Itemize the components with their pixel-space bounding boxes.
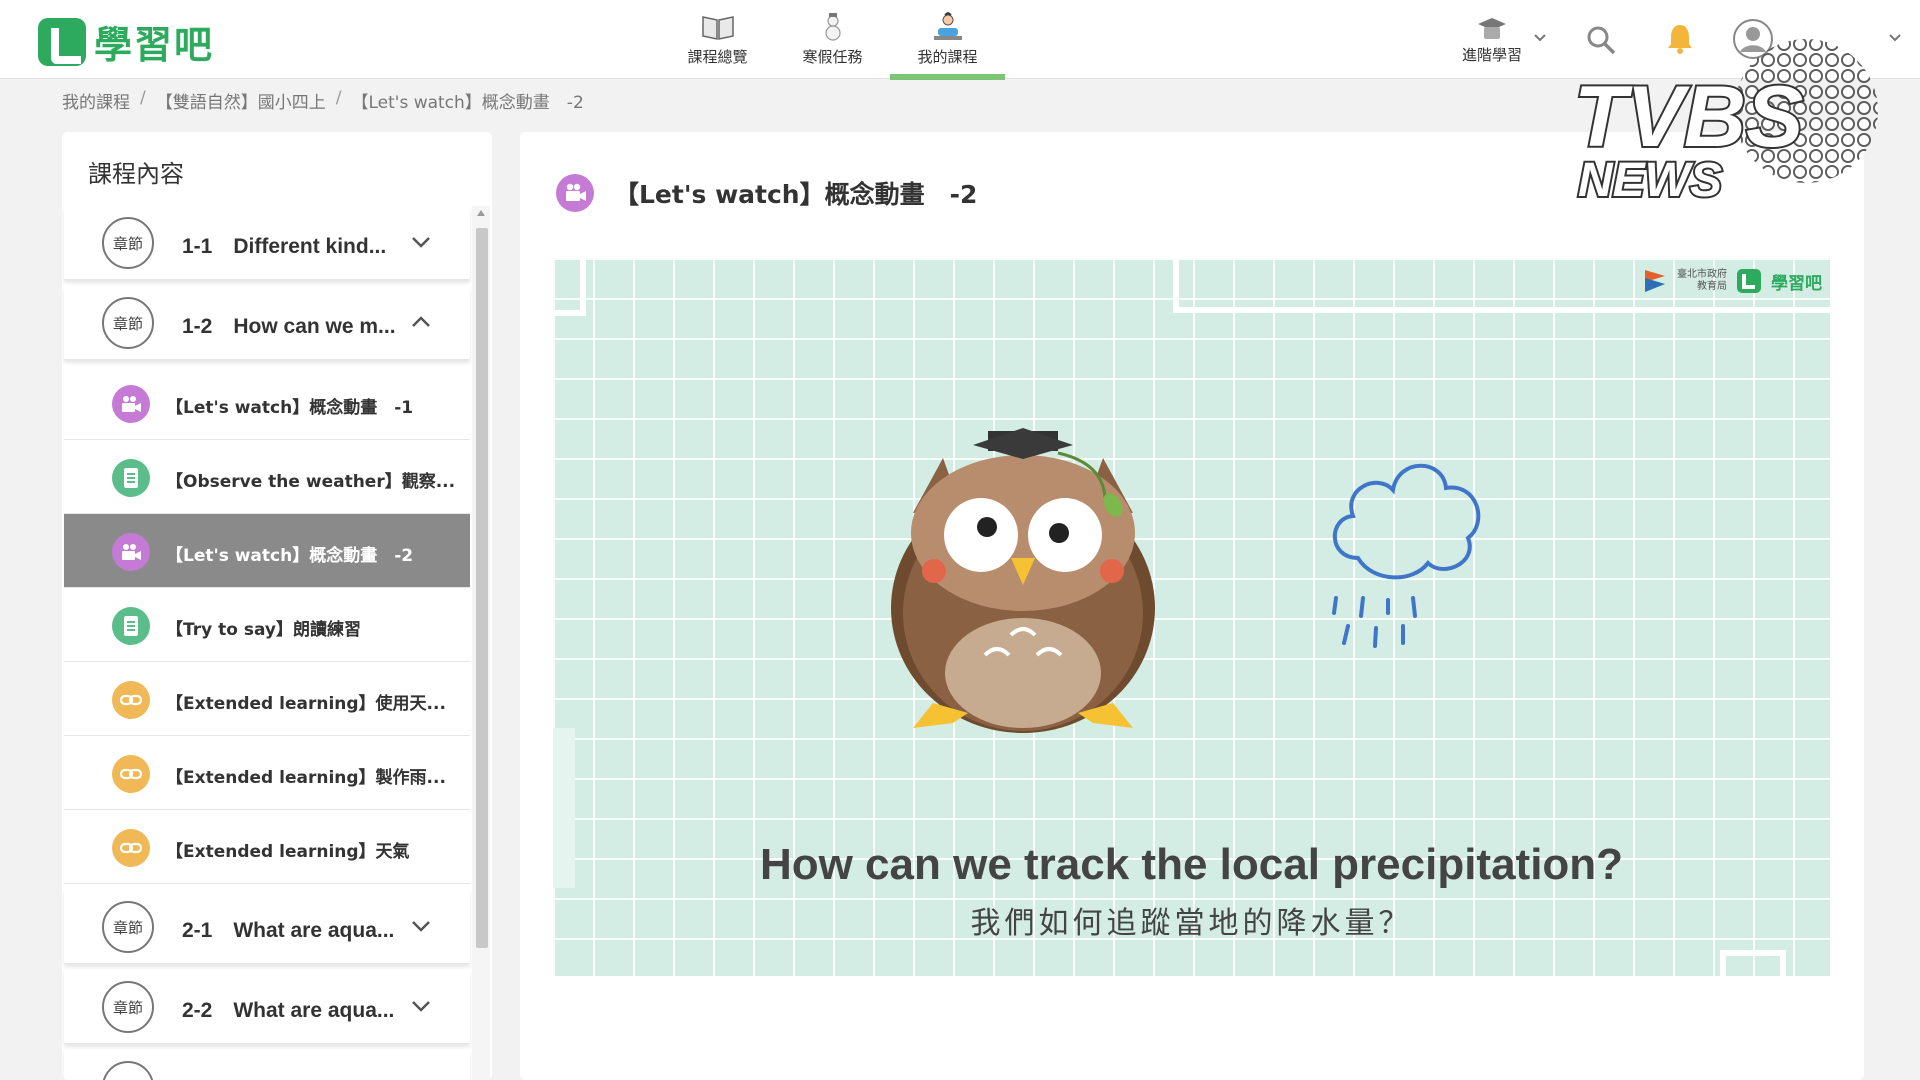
nav-advanced-learning[interactable]: 進階學習 xyxy=(1437,0,1547,79)
watermark-text-top: TVBS xyxy=(1574,69,1803,165)
rain-cloud-illustration xyxy=(1332,463,1481,648)
sidebar-scrollbar[interactable] xyxy=(472,206,490,1080)
site-logo[interactable]: 學習吧 xyxy=(38,14,214,69)
chapter-1-1[interactable]: 章節 1-1 Different kind... xyxy=(64,206,470,280)
video-brand-logos: 臺北市政府 教育局 學習吧 xyxy=(1643,268,1822,294)
watermark-text-bottom: NEWS xyxy=(1578,154,1722,206)
main-nav: 課程總覽 寒假任務 我的課程 xyxy=(660,0,1005,80)
panel-title: 課程內容 xyxy=(88,160,184,188)
link-icon xyxy=(112,829,150,867)
link-icon xyxy=(112,681,150,719)
owl-illustration xyxy=(891,428,1155,733)
lesson-item[interactable]: 【Extended learning】使用天... xyxy=(64,662,470,736)
lesson-item-active[interactable]: 【Let's watch】概念動畫 -2 xyxy=(64,514,470,588)
nav-label: 進階學習 xyxy=(1461,46,1522,64)
chapter-badge: 章節 xyxy=(102,981,154,1033)
snowman-icon xyxy=(824,13,841,41)
chevron-down-icon[interactable] xyxy=(410,231,432,253)
lesson-label: 【Extended learning】天氣 xyxy=(166,842,410,862)
video-camera-icon xyxy=(112,533,150,571)
book-icon xyxy=(701,16,734,40)
taipei-edu-logo-icon xyxy=(1645,270,1665,292)
nav-my-courses[interactable]: 我的課程 xyxy=(890,0,1005,80)
chapter-badge: 章節 xyxy=(102,217,154,269)
video-player[interactable]: 臺北市政府 教育局 學習吧 How can we track the local… xyxy=(553,258,1830,976)
scrollbar-thumb[interactable] xyxy=(476,228,488,948)
lesson-header: 【Let's watch】概念動畫 -2 xyxy=(556,174,977,212)
nav-winter-tasks[interactable]: 寒假任務 xyxy=(775,0,890,79)
tvbs-news-watermark: TVBS NEWS xyxy=(1572,39,1878,206)
lesson-label: 【Observe the weather】觀察... xyxy=(166,472,456,492)
breadcrumb: 我的課程 / 【雙語自然】國小四上 / 【Let's watch】概念動畫 -2 xyxy=(62,88,584,113)
video-caption-english: How can we track the local precipitation… xyxy=(759,840,1624,889)
nav-label: 寒假任務 xyxy=(802,48,863,66)
breadcrumb-item-current: 【Let's watch】概念動畫 -2 xyxy=(351,93,584,113)
document-icon xyxy=(112,459,150,497)
chapter-label: 2-2 What are aqua... xyxy=(182,999,395,1022)
breadcrumb-item[interactable]: 【雙語自然】國小四上 xyxy=(156,88,326,113)
breadcrumb-separator: / xyxy=(335,88,342,108)
chapter-badge xyxy=(102,1061,154,1080)
video-camera-icon xyxy=(556,174,594,212)
lesson-item[interactable]: 【Extended learning】天氣 xyxy=(64,810,470,884)
nav-label: 課程總覽 xyxy=(687,48,748,66)
graduation-cap-icon xyxy=(1478,18,1506,39)
video-caption-chinese: 我們如何追蹤當地的降水量？ xyxy=(970,906,1413,941)
scroll-up-arrow-icon[interactable] xyxy=(477,210,485,216)
chapter-2-2[interactable]: 章節 2-2 What are aqua... xyxy=(64,970,470,1044)
link-icon xyxy=(112,755,150,793)
chapter-label: 1-1 Different kind... xyxy=(182,235,387,258)
nav-label: 我的課程 xyxy=(917,48,978,66)
chapter-label: 2-1 What are aqua... xyxy=(182,919,395,942)
chapter-2-1[interactable]: 章節 2-1 What are aqua... xyxy=(64,890,470,964)
brand-logo-icon xyxy=(1737,269,1761,293)
video-camera-icon xyxy=(112,385,150,423)
chapter-badge: 章節 xyxy=(102,901,154,953)
course-content-panel: 課程內容 章節 1-1 Different kind... 章節 1-2 How… xyxy=(62,132,492,1080)
lesson-label: 【Let's watch】概念動畫 -1 xyxy=(166,398,414,418)
brand-logo-text: 學習吧 xyxy=(1771,273,1822,294)
logo-icon xyxy=(38,17,86,66)
lesson-content-panel: 【Let's watch】概念動畫 -2 臺北市政府 教育局 學習吧 How c… xyxy=(520,132,1864,1080)
breadcrumb-item[interactable]: 我的課程 xyxy=(62,88,130,113)
chapter-1-2[interactable]: 章節 1-2 How can we m... xyxy=(64,286,470,360)
chapter-next-partial[interactable] xyxy=(64,1050,470,1080)
document-icon xyxy=(112,607,150,645)
lesson-label: 【Extended learning】製作雨... xyxy=(166,768,446,788)
lesson-label: 【Let's watch】概念動畫 -2 xyxy=(166,546,414,566)
chevron-down-icon[interactable] xyxy=(410,995,432,1017)
student-icon xyxy=(933,12,962,40)
chevron-up-icon[interactable] xyxy=(410,311,432,333)
breadcrumb-separator: / xyxy=(140,88,146,108)
lesson-label: 【Try to say】朗讀練習 xyxy=(166,620,361,640)
lesson-item[interactable]: 【Try to say】朗讀練習 xyxy=(64,588,470,662)
lesson-label: 【Extended learning】使用天... xyxy=(166,694,446,714)
logo-text: 學習吧 xyxy=(94,23,215,67)
lesson-title: 【Let's watch】概念動畫 -2 xyxy=(614,180,978,209)
chevron-down-icon[interactable] xyxy=(410,915,432,937)
chapter-badge: 章節 xyxy=(102,297,154,349)
nav-course-overview[interactable]: 課程總覽 xyxy=(660,0,775,79)
lesson-item[interactable]: 【Let's watch】概念動畫 -1 xyxy=(64,366,470,440)
lesson-item[interactable]: 【Observe the weather】觀察... xyxy=(64,440,470,514)
gov-logo-text: 臺北市政府 教育局 xyxy=(1677,269,1727,292)
chevron-down-icon[interactable] xyxy=(1533,33,1547,43)
course-outline: 章節 1-1 Different kind... 章節 1-2 How can … xyxy=(64,206,470,1080)
lesson-item[interactable]: 【Extended learning】製作雨... xyxy=(64,736,470,810)
chapter-label: 1-2 How can we m... xyxy=(182,315,396,338)
